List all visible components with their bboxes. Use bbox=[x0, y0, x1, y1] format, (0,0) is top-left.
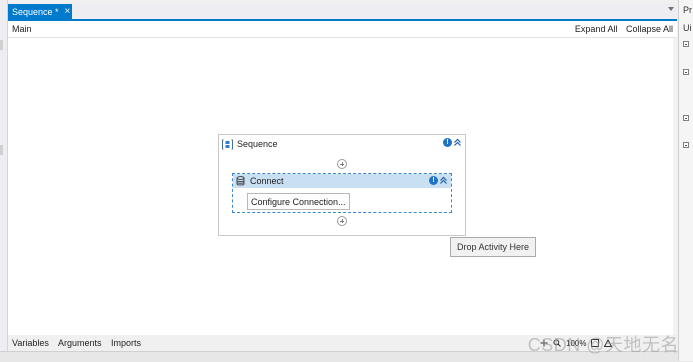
tab-imports[interactable]: Imports bbox=[111, 338, 141, 348]
warning-info-icon[interactable]: ! bbox=[429, 176, 438, 185]
breadcrumb[interactable]: Main bbox=[12, 24, 32, 34]
add-activity-top-icon[interactable] bbox=[337, 159, 347, 169]
tab-arguments[interactable]: Arguments bbox=[58, 338, 102, 348]
left-strip-marker bbox=[0, 40, 3, 50]
sequence-header: Sequence bbox=[222, 137, 278, 151]
add-activity-bottom-icon[interactable] bbox=[337, 216, 347, 226]
expand-toggle-icon[interactable] bbox=[683, 41, 689, 47]
sequence-title: Sequence bbox=[237, 139, 278, 149]
connect-header: Connect ! bbox=[233, 174, 451, 188]
warning-info-icon[interactable]: ! bbox=[443, 138, 452, 147]
designer-canvas[interactable]: Sequence ! Connect ! Configure Connectio… bbox=[8, 38, 677, 335]
left-tool-strip bbox=[0, 0, 8, 361]
close-icon[interactable]: × bbox=[65, 7, 71, 17]
watermark: CSDN @天地无名 bbox=[527, 335, 679, 355]
expand-toggle-icon[interactable] bbox=[683, 142, 689, 148]
tab-sequence-label: Sequence * bbox=[12, 7, 59, 17]
canvas-scrollbar[interactable] bbox=[673, 38, 677, 335]
expand-all-link[interactable]: Expand All bbox=[575, 24, 618, 34]
properties-tab[interactable]: Pr bbox=[683, 5, 692, 15]
properties-panel: Pr Ui bbox=[678, 0, 693, 361]
collapse-chevron-icon[interactable] bbox=[453, 138, 462, 147]
connect-badges: ! bbox=[429, 176, 448, 185]
designer-header: Main Expand All Collapse All bbox=[8, 21, 677, 38]
expand-toggle-icon[interactable] bbox=[683, 69, 689, 75]
sequence-badges: ! bbox=[443, 138, 462, 147]
connect-title: Connect bbox=[250, 176, 284, 186]
properties-label: Ui bbox=[683, 23, 692, 33]
connect-activity[interactable]: Connect ! Configure Connection... bbox=[232, 173, 452, 213]
sequence-icon bbox=[222, 139, 233, 149]
tab-variables[interactable]: Variables bbox=[12, 338, 49, 348]
collapse-chevron-icon[interactable] bbox=[439, 176, 448, 185]
configure-connection-button[interactable]: Configure Connection... bbox=[247, 193, 350, 210]
chevron-down-icon[interactable] bbox=[668, 7, 674, 11]
document-tab-bar: Sequence * × bbox=[8, 3, 677, 20]
expand-toggle-icon[interactable] bbox=[683, 115, 689, 121]
database-icon bbox=[236, 176, 245, 186]
sequence-activity[interactable]: Sequence ! Connect ! Configure Connectio… bbox=[218, 134, 466, 236]
drop-activity-hint: Drop Activity Here bbox=[450, 237, 536, 257]
left-strip-marker bbox=[0, 145, 3, 155]
expand-collapse-links: Expand All Collapse All bbox=[569, 24, 673, 34]
collapse-all-link[interactable]: Collapse All bbox=[626, 24, 673, 34]
tab-sequence[interactable]: Sequence * × bbox=[8, 4, 72, 20]
